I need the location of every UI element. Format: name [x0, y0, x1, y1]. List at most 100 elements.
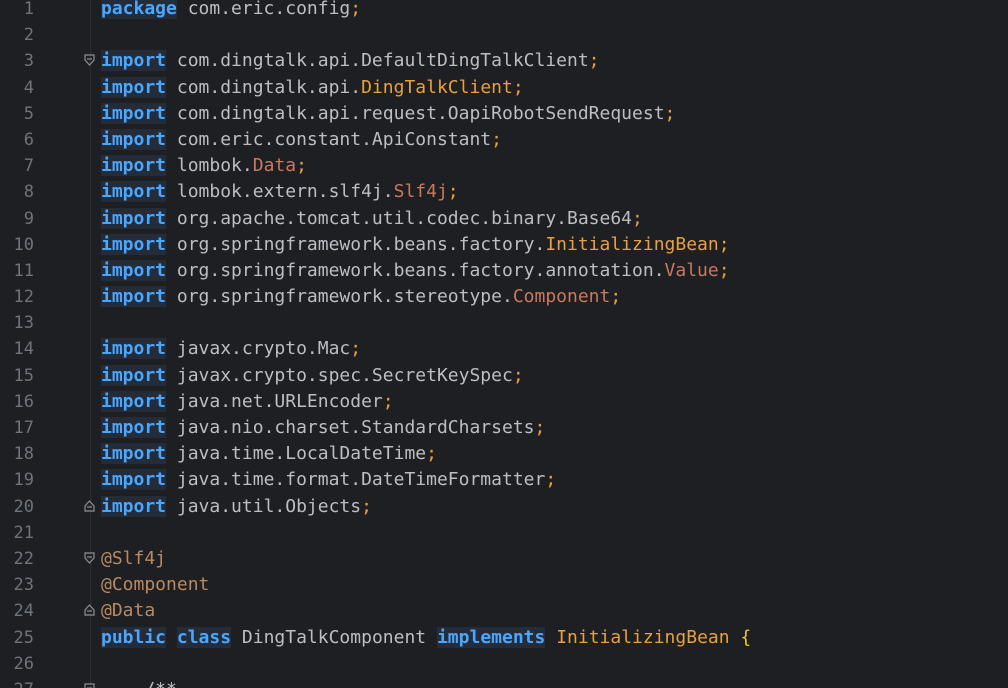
code-token: ;	[718, 259, 730, 281]
code-token: ;	[512, 364, 524, 386]
code-line[interactable]: 23 @Component	[0, 572, 1008, 598]
code-token: public	[101, 626, 167, 648]
code-line[interactable]: 20 import java.util.Objects;	[0, 494, 1008, 520]
line-number: 26	[13, 653, 34, 674]
code-text[interactable]: /**	[101, 677, 177, 688]
code-line[interactable]: 16 import java.net.URLEncoder;	[0, 389, 1008, 415]
code-text[interactable]: import javax.crypto.Mac;	[101, 336, 361, 362]
code-token: ;	[588, 50, 600, 72]
code-line[interactable]: 18 import java.time.LocalDateTime;	[0, 441, 1008, 467]
code-line[interactable]: 25 public class DingTalkComponent impleme…	[0, 625, 1008, 651]
code-line[interactable]: 5 import com.dingtalk.api.request.OapiRob…	[0, 101, 1008, 127]
code-text[interactable]: public class DingTalkComponent implement…	[101, 625, 751, 651]
code-text[interactable]: import lombok.Data;	[101, 153, 307, 179]
code-line[interactable]: 2	[0, 22, 1008, 48]
code-text[interactable]: @Slf4j	[101, 546, 166, 572]
code-token: import	[101, 286, 167, 308]
code-token: DingTalkClient	[361, 76, 513, 98]
fold-open-icon[interactable]	[83, 54, 96, 68]
code-text[interactable]: import com.dingtalk.api.DingTalkClient;	[101, 75, 524, 101]
code-line[interactable]: 14 import javax.crypto.Mac;	[0, 336, 1008, 362]
line-number: 25	[13, 627, 34, 648]
code-text[interactable]: import com.eric.constant.ApiConstant;	[101, 127, 502, 153]
code-text[interactable]: @Data	[101, 598, 155, 624]
code-token: java.util.Objects	[166, 495, 362, 517]
code-token: implements	[436, 626, 546, 648]
code-token: ;	[426, 443, 437, 465]
code-editor[interactable]: 1 package com.eric.config; 2 3 import com.di…	[0, 0, 1008, 688]
line-number: 5	[23, 103, 34, 124]
code-text[interactable]: import org.springframework.beans.factory…	[101, 232, 730, 258]
code-token: import	[101, 338, 167, 360]
code-line[interactable]: 10 import org.springframework.beans.facto…	[0, 232, 1008, 258]
line-number: 11	[13, 260, 34, 281]
code-line[interactable]: 4 import com.dingtalk.api.DingTalkClient;	[0, 75, 1008, 101]
code-text[interactable]: @Component	[101, 572, 209, 598]
line-number: 21	[13, 522, 34, 543]
code-line[interactable]: 19 import java.time.format.DateTimeFormat…	[0, 467, 1008, 493]
fold-close-icon[interactable]	[83, 604, 96, 618]
code-token: ;	[610, 286, 622, 308]
code-token: @Data	[101, 600, 156, 622]
code-text[interactable]: import java.nio.charset.StandardCharsets…	[101, 415, 545, 441]
code-token: import	[101, 364, 167, 386]
code-text[interactable]: import com.dingtalk.api.request.OapiRobo…	[101, 101, 675, 127]
code-token: import	[101, 495, 167, 517]
code-line[interactable]: 3 import com.dingtalk.api.DefaultDingTalk…	[0, 48, 1008, 74]
code-text[interactable]: import javax.crypto.spec.SecretKeySpec;	[101, 363, 524, 389]
fold-open-icon[interactable]	[83, 683, 96, 688]
line-number: 16	[13, 391, 34, 412]
code-token: /**	[101, 679, 177, 688]
code-line[interactable]: 22 @Slf4j	[0, 546, 1008, 572]
line-number: 15	[13, 365, 34, 386]
code-text[interactable]: import com.dingtalk.api.DefaultDingTalkC…	[101, 48, 600, 74]
code-token: import	[101, 128, 167, 150]
code-token: lombok.	[166, 155, 253, 177]
code-line[interactable]: 24 @Data	[0, 598, 1008, 624]
code-token: DingTalkComponent	[231, 626, 437, 648]
code-line[interactable]: 6 import com.eric.constant.ApiConstant;	[0, 127, 1008, 153]
code-lines[interactable]: 1 package com.eric.config; 2 3 import com.di…	[0, 0, 1008, 688]
code-token: Data	[252, 155, 297, 177]
code-token: import	[101, 76, 167, 98]
code-token: import	[101, 390, 167, 412]
code-text[interactable]: import org.springframework.beans.factory…	[101, 258, 730, 284]
code-token: ;	[718, 233, 730, 255]
code-text[interactable]: import java.util.Objects;	[101, 494, 372, 520]
line-number: 7	[23, 156, 34, 177]
code-token: ;	[512, 76, 524, 98]
code-text[interactable]: import org.springframework.stereotype.Co…	[101, 284, 621, 310]
code-token: ;	[447, 181, 459, 203]
line-number: 1	[23, 0, 34, 19]
code-text[interactable]: import java.time.format.DateTimeFormatte…	[101, 467, 556, 493]
code-line[interactable]: 15 import javax.crypto.spec.SecretKeySpec…	[0, 363, 1008, 389]
code-line[interactable]: 9 import org.apache.tomcat.util.codec.bin…	[0, 206, 1008, 232]
code-token: import	[101, 417, 167, 438]
code-line[interactable]: 26	[0, 651, 1008, 677]
line-number: 2	[23, 25, 34, 46]
code-line[interactable]: 7 import lombok.Data;	[0, 153, 1008, 179]
code-text[interactable]: import java.time.LocalDateTime;	[101, 441, 437, 467]
code-line[interactable]: 11 import org.springframework.beans.facto…	[0, 258, 1008, 284]
code-line[interactable]: 8 import lombok.extern.slf4j.Slf4j;	[0, 179, 1008, 205]
code-token: import	[101, 155, 167, 177]
code-line[interactable]: 27 /**	[0, 677, 1008, 688]
code-text[interactable]: import java.net.URLEncoder;	[101, 389, 394, 415]
fold-close-icon[interactable]	[83, 499, 96, 514]
fold-open-icon[interactable]	[83, 552, 96, 566]
code-line[interactable]: 13	[0, 310, 1008, 336]
line-number: 13	[13, 313, 34, 334]
code-line[interactable]: 21	[0, 520, 1008, 546]
code-text[interactable]: package com.eric.config;	[101, 0, 361, 22]
code-token: package	[101, 0, 177, 19]
line-number: 19	[13, 470, 34, 491]
code-line[interactable]: 12 import org.springframework.stereotype.…	[0, 284, 1008, 310]
code-token: ;	[664, 102, 676, 124]
code-text[interactable]: import org.apache.tomcat.util.codec.bina…	[101, 206, 643, 232]
code-line[interactable]: 17 import java.nio.charset.StandardCharse…	[0, 415, 1008, 441]
code-line[interactable]: 1 package com.eric.config;	[0, 0, 1008, 22]
code-text[interactable]: import lombok.extern.slf4j.Slf4j;	[101, 179, 459, 205]
code-token: java.net.URLEncoder	[166, 390, 383, 412]
